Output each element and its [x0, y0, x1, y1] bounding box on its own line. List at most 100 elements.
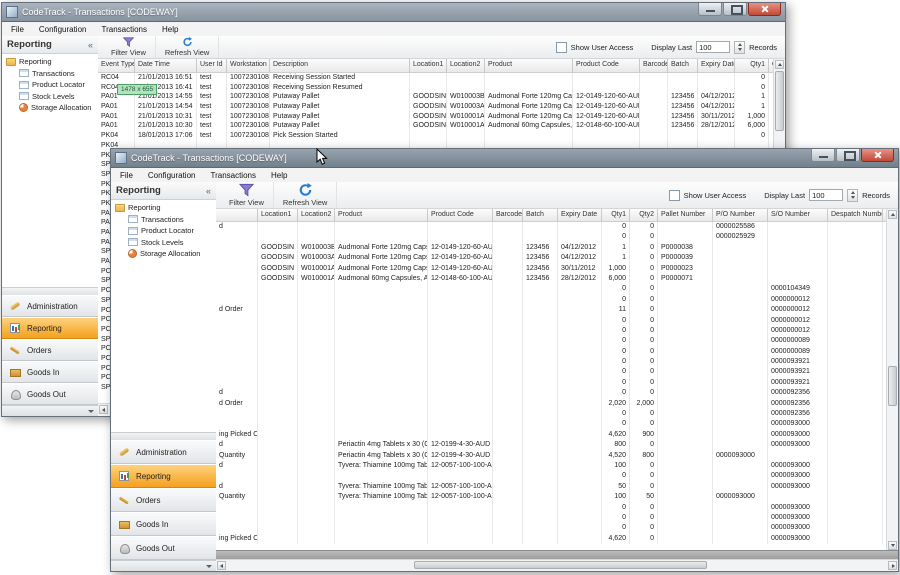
- minimize-button[interactable]: [698, 3, 722, 16]
- column-header-product-code[interactable]: Product Code: [573, 59, 640, 72]
- records-spinner[interactable]: [847, 189, 858, 202]
- collapse-sidebar-button[interactable]: «: [88, 40, 93, 50]
- table-row[interactable]: dTyvera: Thiamine 100mg Tabl...12-0057-1…: [216, 461, 898, 471]
- table-row[interactable]: PA0121/01/2013 10:31test1007230108Putawa…: [98, 112, 785, 122]
- records-count-input[interactable]: 100: [696, 41, 730, 53]
- table-row[interactable]: d Order1100000000012: [216, 305, 898, 315]
- table-row[interactable]: ing Picked Order4,62000000093000: [216, 534, 898, 544]
- scroll-left-icon[interactable]: [99, 405, 108, 414]
- table-row[interactable]: 000000093000: [216, 513, 898, 523]
- table-row[interactable]: 000000000012: [216, 316, 898, 326]
- nav-goods-in[interactable]: Goods In: [111, 512, 216, 536]
- close-button[interactable]: [861, 149, 894, 162]
- column-header-product[interactable]: Product: [335, 209, 428, 221]
- nav-administration[interactable]: Administration: [2, 295, 98, 317]
- menu-help[interactable]: Help: [162, 25, 178, 34]
- column-header-location2[interactable]: Location2: [447, 59, 485, 72]
- column-header-qty2[interactable]: Qty2: [630, 209, 658, 221]
- table-row[interactable]: dPeriactin 4mg Tablets x 30 (Cy...12-019…: [216, 440, 898, 450]
- table-row[interactable]: PA0121/01/2013 14:55test1007230108Putawa…: [98, 92, 785, 102]
- nav-goods-out[interactable]: Goods Out: [111, 536, 216, 560]
- nav-footer[interactable]: [2, 405, 98, 416]
- titlebar[interactable]: CodeTrack - Transactions [CODEWAY]: [111, 149, 898, 168]
- column-header-qty1[interactable]: Qty1: [735, 59, 769, 72]
- table-row[interactable]: GOODSINW010001AAudmonal 60mg Capsules, A…: [216, 274, 898, 284]
- tree-item-product-locator[interactable]: Product Locator: [2, 79, 98, 91]
- column-header-date-time[interactable]: Date Time: [135, 59, 197, 72]
- table-row[interactable]: 000000092356: [216, 409, 898, 419]
- maximize-button[interactable]: [836, 149, 860, 162]
- nav-orders[interactable]: Orders: [2, 339, 98, 361]
- tree-root-reporting[interactable]: Reporting: [2, 56, 98, 68]
- table-row[interactable]: 000000093921: [216, 378, 898, 388]
- tree-item-transactions[interactable]: Transactions: [2, 68, 98, 80]
- column-header-p-o-number[interactable]: P/O Number: [713, 209, 768, 221]
- nav-goods-in[interactable]: Goods In: [2, 361, 98, 383]
- column-header-barcode[interactable]: Barcode: [640, 59, 668, 72]
- table-row[interactable]: GOODSINW010003BAudmonal Forte 120mg Caps…: [216, 243, 898, 253]
- scroll-down-icon[interactable]: [888, 541, 897, 550]
- titlebar[interactable]: CodeTrack - Transactions [CODEWAY]: [2, 3, 785, 22]
- tree-item-stock-levels[interactable]: Stock Levels: [111, 237, 216, 249]
- table-row[interactable]: dTyvera: Thiamine 100mg Tabl...12-0057-1…: [216, 482, 898, 492]
- records-count-input[interactable]: 100: [809, 189, 843, 201]
- column-header-user-id[interactable]: User Id: [197, 59, 227, 72]
- tree-root-reporting[interactable]: Reporting: [111, 202, 216, 214]
- column-header-s-o-number[interactable]: S/O Number: [768, 209, 828, 221]
- table-row[interactable]: GOODSINW010003AAudmonal Forte 120mg Caps…: [216, 253, 898, 263]
- minimize-button[interactable]: [811, 149, 835, 162]
- nav-reporting[interactable]: Reporting: [2, 317, 98, 339]
- nav-administration[interactable]: Administration: [111, 440, 216, 464]
- column-header-batch[interactable]: Batch: [523, 209, 558, 221]
- table-row[interactable]: d000000092356: [216, 388, 898, 398]
- column-header-barcode[interactable]: Barcode: [493, 209, 523, 221]
- column-header-location1[interactable]: Location1: [410, 59, 447, 72]
- table-row[interactable]: 000000093000: [216, 503, 898, 513]
- menu-help[interactable]: Help: [271, 171, 287, 180]
- table-row[interactable]: 000000093000: [216, 471, 898, 481]
- scroll-up-icon[interactable]: [775, 60, 784, 69]
- table-row[interactable]: d Order2,0202,0000000092356: [216, 399, 898, 409]
- tree-item-storage-allocation[interactable]: Storage Allocation: [111, 248, 216, 260]
- vertical-scrollbar[interactable]: [886, 209, 898, 551]
- nav-goods-out[interactable]: Goods Out: [2, 383, 98, 405]
- table-row[interactable]: 000000025929: [216, 232, 898, 242]
- menu-transactions[interactable]: Transactions: [101, 25, 147, 34]
- nav-splitter-grip[interactable]: [2, 287, 98, 295]
- table-row[interactable]: 000000093000: [216, 419, 898, 429]
- column-header-event-type[interactable]: Event Type: [98, 59, 135, 72]
- tree-item-stock-levels[interactable]: Stock Levels: [2, 91, 98, 103]
- table-row[interactable]: RC0421/01/2013 16:51test1007230108Receiv…: [98, 73, 785, 83]
- table-row[interactable]: ing Picked Order4,6209000000093000: [216, 430, 898, 440]
- close-button[interactable]: [748, 3, 781, 16]
- column-header-product-code[interactable]: Product Code: [428, 209, 493, 221]
- nav-reporting[interactable]: Reporting: [111, 464, 216, 488]
- table-row[interactable]: QuantityTyvera: Thiamine 100mg Tabl...12…: [216, 492, 898, 502]
- column-header-expiry-date[interactable]: Expiry Date: [558, 209, 602, 221]
- show-user-access-checkbox[interactable]: [669, 190, 680, 201]
- menu-configuration[interactable]: Configuration: [148, 171, 196, 180]
- menu-file[interactable]: File: [11, 25, 24, 34]
- column-header-despatch-number[interactable]: Despatch Number: [828, 209, 883, 221]
- table-row[interactable]: 000000000089: [216, 336, 898, 346]
- refresh-view-button[interactable]: Refresh View: [156, 36, 219, 58]
- horizontal-scrollbar[interactable]: [216, 559, 898, 571]
- maximize-button[interactable]: [723, 3, 747, 16]
- tree-item-transactions[interactable]: Transactions: [111, 214, 216, 226]
- column-header-workstation[interactable]: Workstation: [227, 59, 270, 72]
- column-header-location2[interactable]: Location2: [298, 209, 335, 221]
- scrollbar-thumb[interactable]: [414, 561, 707, 569]
- tree-item-product-locator[interactable]: Product Locator: [111, 225, 216, 237]
- table-row[interactable]: RC0421/01/2013 16:41test1007230108Receiv…: [98, 83, 785, 93]
- table-row[interactable]: 000000093000: [216, 523, 898, 533]
- collapse-sidebar-button[interactable]: «: [206, 186, 211, 196]
- nav-footer[interactable]: [111, 560, 216, 571]
- column-header-blank[interactable]: [216, 209, 258, 221]
- scroll-left-icon[interactable]: [217, 561, 226, 570]
- table-row[interactable]: GOODSINW010001AAudmonal Forte 120mg Caps…: [216, 264, 898, 274]
- column-header-batch[interactable]: Batch: [668, 59, 698, 72]
- nav-splitter-grip[interactable]: [111, 432, 216, 440]
- table-row[interactable]: PK0418/01/2013 17:06test1007230108Pick S…: [98, 131, 785, 141]
- refresh-view-button[interactable]: Refresh View: [274, 182, 337, 208]
- menu-file[interactable]: File: [120, 171, 133, 180]
